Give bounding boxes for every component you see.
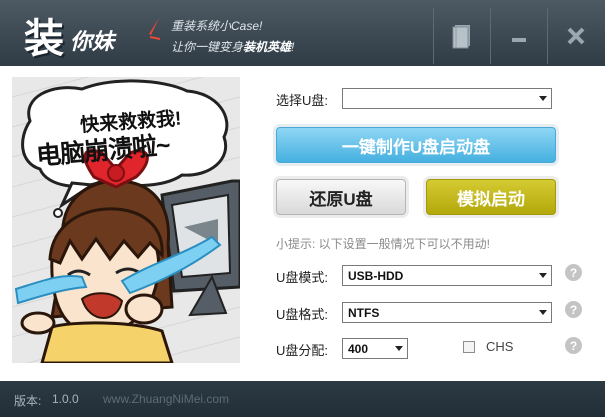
usb-format-help-icon[interactable]: ?	[565, 301, 582, 318]
mascot-illustration: 快来救救我! 电脑崩溃啦~	[12, 77, 240, 363]
close-icon	[567, 27, 585, 45]
slogan-line-1: 重装系统小Case!	[171, 19, 263, 33]
usb-mode-select[interactable]: USB-HDD	[342, 265, 552, 286]
usb-mode-label: U盘模式:	[276, 270, 329, 285]
chevron-down-icon	[539, 96, 547, 101]
book-button[interactable]	[434, 8, 490, 64]
title-bar[interactable]: 装 你妹 重装系统小Case! 让你一键变身装机英雄!	[0, 0, 605, 66]
logo-slash-icon	[149, 18, 161, 40]
drive-select[interactable]	[342, 88, 552, 109]
usb-format-value: NTFS	[348, 306, 380, 320]
logo-sub-text: 你妹	[70, 30, 115, 55]
slogan-line-2: 让你一键变身装机英雄!	[171, 40, 295, 54]
usb-partition-value: 400	[348, 342, 369, 356]
app-window: 装 你妹 重装系统小Case! 让你一键变身装机英雄! 快来救救我! 电脑崩溃啦…	[0, 0, 605, 417]
version-value: 1.0.0	[52, 392, 79, 406]
usb-format-select[interactable]: NTFS	[342, 302, 552, 323]
minimize-icon	[512, 38, 526, 42]
chevron-down-icon	[539, 273, 547, 278]
restore-usb-button[interactable]: 还原U盘	[276, 179, 406, 215]
minimize-button[interactable]	[491, 8, 547, 64]
usb-format-label: U盘格式:	[276, 307, 329, 322]
usb-mode-value: USB-HDD	[348, 269, 404, 283]
footer-bar: 版本: 1.0.0 www.ZhuangNiMei.com	[0, 381, 605, 417]
close-button[interactable]	[548, 8, 604, 64]
logo-main-text: 装	[24, 16, 64, 62]
usb-mode-help-icon[interactable]: ?	[565, 264, 582, 281]
usb-partition-label: U盘分配:	[276, 343, 329, 358]
website-link[interactable]: www.ZhuangNiMei.com	[103, 392, 229, 406]
usb-partition-select[interactable]: 400	[342, 338, 408, 359]
tip-text: 小提示: 以下设置一般情况下可以不用动!	[276, 237, 491, 251]
make-bootable-usb-button[interactable]: 一键制作U盘启动盘	[276, 127, 556, 163]
select-drive-label: 选择U盘:	[276, 93, 329, 108]
usb-partition-help-icon[interactable]: ?	[565, 337, 582, 354]
chevron-down-icon	[395, 346, 403, 351]
simulate-boot-button[interactable]: 模拟启动	[426, 179, 556, 215]
chs-label: CHS	[486, 339, 514, 354]
chs-checkbox[interactable]	[463, 341, 475, 353]
book-icon	[452, 25, 470, 49]
chevron-down-icon	[539, 310, 547, 315]
version-label: 版本:	[14, 394, 42, 408]
